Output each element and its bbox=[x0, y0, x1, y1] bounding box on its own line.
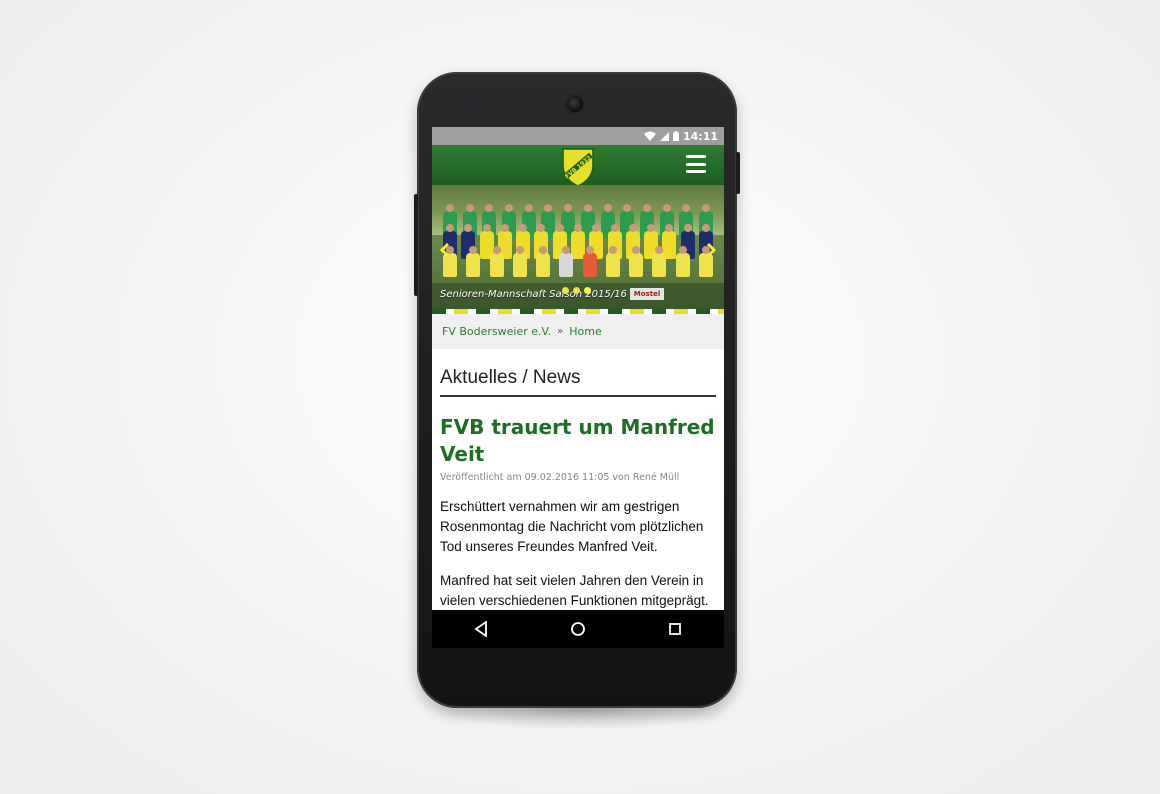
breadcrumb: FV Bodersweier e.V. » Home bbox=[432, 314, 724, 349]
proximity-sensor bbox=[465, 100, 472, 107]
phone-screen: 14:11 FVB 1932 Senioren-Mannschaft Saiso… bbox=[432, 127, 724, 648]
double-chevron-right-icon: » bbox=[557, 326, 564, 337]
home-icon[interactable] bbox=[558, 610, 598, 648]
team-player bbox=[605, 246, 620, 277]
team-player bbox=[466, 246, 481, 277]
android-nav-bar bbox=[432, 610, 724, 648]
post-meta: Veröffentlicht am 09.02.2016 11:05 von R… bbox=[440, 472, 680, 483]
team-player bbox=[536, 246, 551, 277]
chevron-right-icon[interactable] bbox=[700, 237, 722, 263]
team-player bbox=[559, 246, 574, 277]
slide-dot-active[interactable] bbox=[584, 287, 591, 294]
team-player bbox=[582, 246, 597, 277]
slide-caption: Senioren-Mannschaft Saison 2015/16 bbox=[440, 289, 627, 300]
club-logo[interactable]: FVB 1932 bbox=[559, 147, 597, 187]
hamburger-menu-icon[interactable] bbox=[686, 155, 706, 173]
team-player bbox=[489, 246, 504, 277]
post-paragraph: Manfred hat seit vielen Jahren den Verei… bbox=[440, 573, 709, 608]
battery-icon bbox=[672, 131, 679, 141]
team-player bbox=[512, 246, 527, 277]
slide-dot[interactable] bbox=[562, 287, 569, 294]
team-player bbox=[629, 246, 644, 277]
slide-dot[interactable] bbox=[573, 287, 580, 294]
front-camera bbox=[567, 96, 583, 112]
breadcrumb-current[interactable]: Home bbox=[569, 325, 601, 338]
chevron-left-icon[interactable] bbox=[434, 237, 456, 263]
hero-slider[interactable]: Senioren-Mannschaft Saison 2015/16 Moste… bbox=[432, 185, 724, 309]
volume-button bbox=[414, 194, 418, 296]
status-bar: 14:11 bbox=[432, 127, 724, 145]
slide-indicators bbox=[562, 287, 591, 294]
power-button bbox=[736, 152, 740, 194]
status-time: 14:11 bbox=[682, 129, 718, 143]
post-title-link[interactable]: FVB trauert um Manfred Veit bbox=[440, 414, 716, 468]
post-paragraph: Erschüttert vernahmen wir am gestrigen R… bbox=[440, 499, 704, 554]
app-header: FVB 1932 bbox=[432, 145, 724, 187]
team-player bbox=[652, 246, 667, 277]
breadcrumb-root-link[interactable]: FV Bodersweier e.V. bbox=[442, 325, 551, 338]
back-icon[interactable] bbox=[461, 610, 501, 648]
signal-icon bbox=[659, 131, 669, 141]
section-title: Aktuelles / News bbox=[440, 367, 716, 397]
main-content: Aktuelles / News FVB trauert um Manfred … bbox=[432, 367, 724, 611]
wifi-icon bbox=[643, 131, 656, 141]
recent-apps-icon[interactable] bbox=[655, 610, 695, 648]
team-player bbox=[675, 246, 690, 277]
sponsor-banner: Mostel bbox=[630, 288, 664, 300]
